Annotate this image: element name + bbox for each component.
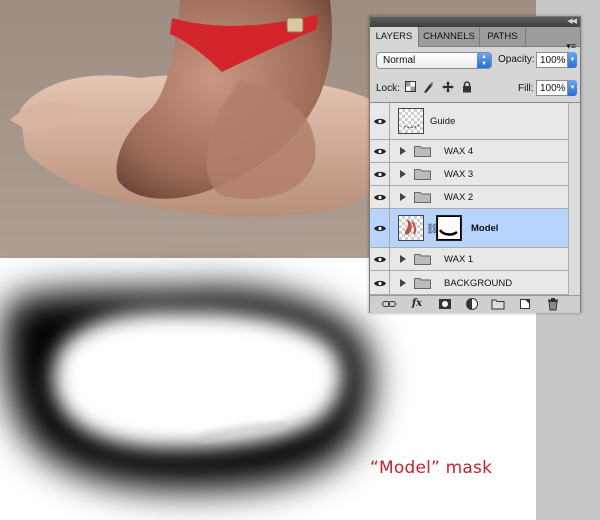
layer-name: WAX 4 bbox=[444, 146, 474, 157]
layer-row-guide[interactable]: Guide bbox=[370, 103, 568, 140]
opacity-label: Opacity: bbox=[498, 54, 535, 65]
visibility-toggle[interactable] bbox=[370, 103, 390, 139]
expand-triangle-icon[interactable] bbox=[400, 193, 406, 201]
folder-icon bbox=[414, 278, 431, 289]
blend-mode-value: Normal bbox=[383, 55, 416, 66]
updown-arrows-icon: ▲ ▼ bbox=[477, 53, 491, 68]
layer-row-wax-3[interactable]: WAX 3 bbox=[370, 163, 568, 186]
new-layer-icon[interactable] bbox=[518, 297, 532, 311]
eye-icon bbox=[374, 280, 386, 287]
folder-icon bbox=[414, 169, 431, 180]
new-group-icon[interactable] bbox=[491, 297, 505, 311]
visibility-toggle[interactable] bbox=[370, 271, 390, 294]
visibility-toggle[interactable] bbox=[370, 163, 390, 185]
lock-transparent-pixels-icon[interactable] bbox=[404, 81, 416, 93]
eye-icon bbox=[374, 225, 386, 232]
layers-scrollbar[interactable] bbox=[568, 103, 580, 296]
fill-dropdown-icon[interactable]: ▼ bbox=[568, 80, 577, 96]
layers-list: Guide WAX 4 WAX 3 WAX 2 ⛓ Model WAX 1 BA… bbox=[370, 102, 580, 296]
lock-position-icon[interactable] bbox=[442, 81, 454, 93]
link-layers-icon[interactable] bbox=[382, 297, 396, 311]
visibility-toggle[interactable] bbox=[370, 140, 390, 162]
tab-layers[interactable]: LAYERS bbox=[370, 27, 419, 47]
folder-icon bbox=[414, 146, 431, 157]
folder-icon bbox=[414, 192, 431, 203]
lock-label: Lock: bbox=[376, 83, 400, 94]
expand-triangle-icon[interactable] bbox=[400, 170, 406, 178]
layer-row-model[interactable]: ⛓ Model bbox=[370, 209, 568, 248]
expand-triangle-icon[interactable] bbox=[400, 279, 406, 287]
expand-triangle-icon[interactable] bbox=[400, 255, 406, 263]
fill-input[interactable]: 100% bbox=[536, 80, 568, 96]
layer-name: BACKGROUND bbox=[444, 278, 513, 289]
mask-caption: “Model” mask bbox=[370, 458, 493, 478]
layer-name: Model bbox=[471, 223, 499, 234]
panel-tabs: LAYERS CHANNELS PATHS ▾≡ bbox=[370, 27, 580, 51]
layer-thumbnail[interactable] bbox=[398, 215, 424, 241]
panel-titlebar[interactable]: ◀◀ bbox=[370, 17, 580, 27]
layer-row-wax-4[interactable]: WAX 4 bbox=[370, 140, 568, 163]
blend-mode-select[interactable]: Normal ▲ ▼ bbox=[376, 52, 492, 69]
visibility-toggle[interactable] bbox=[370, 248, 390, 270]
layers-toolbar: fx bbox=[370, 295, 580, 313]
expand-triangle-icon[interactable] bbox=[400, 147, 406, 155]
fill-label: Fill: bbox=[518, 83, 534, 94]
visibility-toggle[interactable] bbox=[370, 186, 390, 208]
layer-name: WAX 2 bbox=[444, 192, 474, 203]
opacity-dropdown-icon[interactable]: ▼ bbox=[568, 52, 577, 68]
eye-icon bbox=[374, 256, 386, 263]
eye-icon bbox=[374, 194, 386, 201]
layer-row-background[interactable]: BACKGROUND bbox=[370, 271, 568, 295]
layer-name: WAX 1 bbox=[444, 254, 474, 265]
trash-icon[interactable] bbox=[546, 297, 560, 311]
adjustment-layer-icon[interactable] bbox=[465, 297, 479, 311]
lock-all-icon[interactable] bbox=[461, 81, 473, 93]
layer-name: Guide bbox=[430, 116, 456, 127]
folder-icon bbox=[414, 254, 431, 265]
visibility-toggle[interactable] bbox=[370, 209, 390, 247]
eye-icon bbox=[374, 148, 386, 155]
tab-channels[interactable]: CHANNELS bbox=[419, 27, 480, 46]
collapse-icon[interactable]: ◀◀ bbox=[567, 17, 577, 27]
layer-thumbnail[interactable] bbox=[398, 108, 424, 134]
lock-image-pixels-icon[interactable] bbox=[422, 81, 434, 93]
layer-mask-thumbnail[interactable] bbox=[436, 215, 462, 241]
layers-panel: ◀◀ LAYERS CHANNELS PATHS ▾≡ Normal ▲ ▼ Op… bbox=[369, 16, 581, 313]
eye-icon bbox=[374, 118, 386, 125]
fx-icon[interactable]: fx bbox=[410, 297, 424, 311]
tab-paths[interactable]: PATHS bbox=[480, 27, 526, 46]
eye-icon bbox=[374, 171, 386, 178]
layer-row-wax-2[interactable]: WAX 2 bbox=[370, 186, 568, 209]
opacity-input[interactable]: 100% bbox=[536, 52, 568, 68]
layer-row-wax-1[interactable]: WAX 1 bbox=[370, 248, 568, 271]
layer-name: WAX 3 bbox=[444, 169, 474, 180]
add-mask-icon[interactable] bbox=[438, 297, 452, 311]
